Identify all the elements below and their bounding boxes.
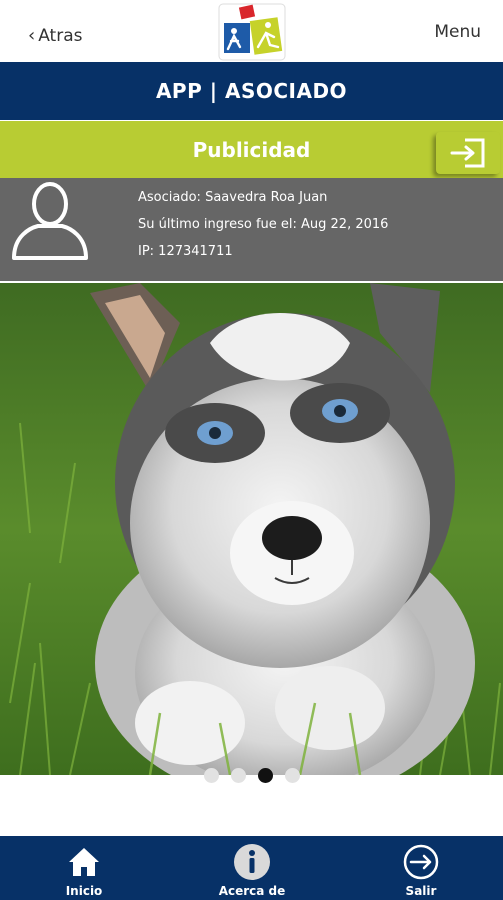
last-login: Su último ingreso fue el: Aug 22, 2016 [138, 217, 389, 232]
nav-inicio[interactable]: Inicio [58, 836, 110, 900]
user-details: Asociado: Saavedra Roa Juan Su último in… [138, 184, 388, 265]
bottom-nav: Inicio Acerca de Salir [0, 836, 503, 900]
top-bar: ‹ Atras Menu [0, 0, 503, 62]
nav-inicio-label: Inicio [65, 884, 103, 898]
carousel-dot[interactable] [284, 768, 300, 783]
ad-carousel[interactable] [0, 283, 503, 775]
associate-name: Asociado: Saavedra Roa Juan [138, 190, 328, 205]
ad-bar-label: Publicidad [192, 137, 311, 162]
user-avatar-icon [12, 182, 88, 260]
ad-bar: Publicidad [0, 121, 503, 178]
ip-address: IP: 127341711 [138, 244, 233, 259]
carousel-dot-active[interactable] [257, 768, 273, 783]
carousel-dot[interactable] [230, 768, 246, 783]
menu-button[interactable]: Menu [434, 22, 481, 42]
page-title: APP | ASOCIADO [0, 62, 503, 120]
app-logo [218, 3, 286, 61]
exit-icon [450, 138, 485, 168]
nav-acerca-de-label: Acerca de [218, 884, 286, 898]
chevron-left-icon: ‹ [28, 25, 36, 46]
nav-salir[interactable]: Salir [396, 836, 446, 900]
carousel-dot[interactable] [203, 768, 219, 783]
logout-icon [403, 844, 439, 880]
home-icon [69, 848, 99, 876]
carousel-indicators [0, 768, 503, 784]
info-icon [234, 844, 270, 880]
nav-acerca-de[interactable]: Acerca de [214, 836, 290, 900]
carousel-image [0, 283, 503, 775]
back-label: Atras [38, 26, 83, 46]
exit-button[interactable] [436, 132, 500, 174]
back-button[interactable]: ‹ Atras [28, 26, 82, 46]
nav-salir-label: Salir [405, 884, 437, 898]
